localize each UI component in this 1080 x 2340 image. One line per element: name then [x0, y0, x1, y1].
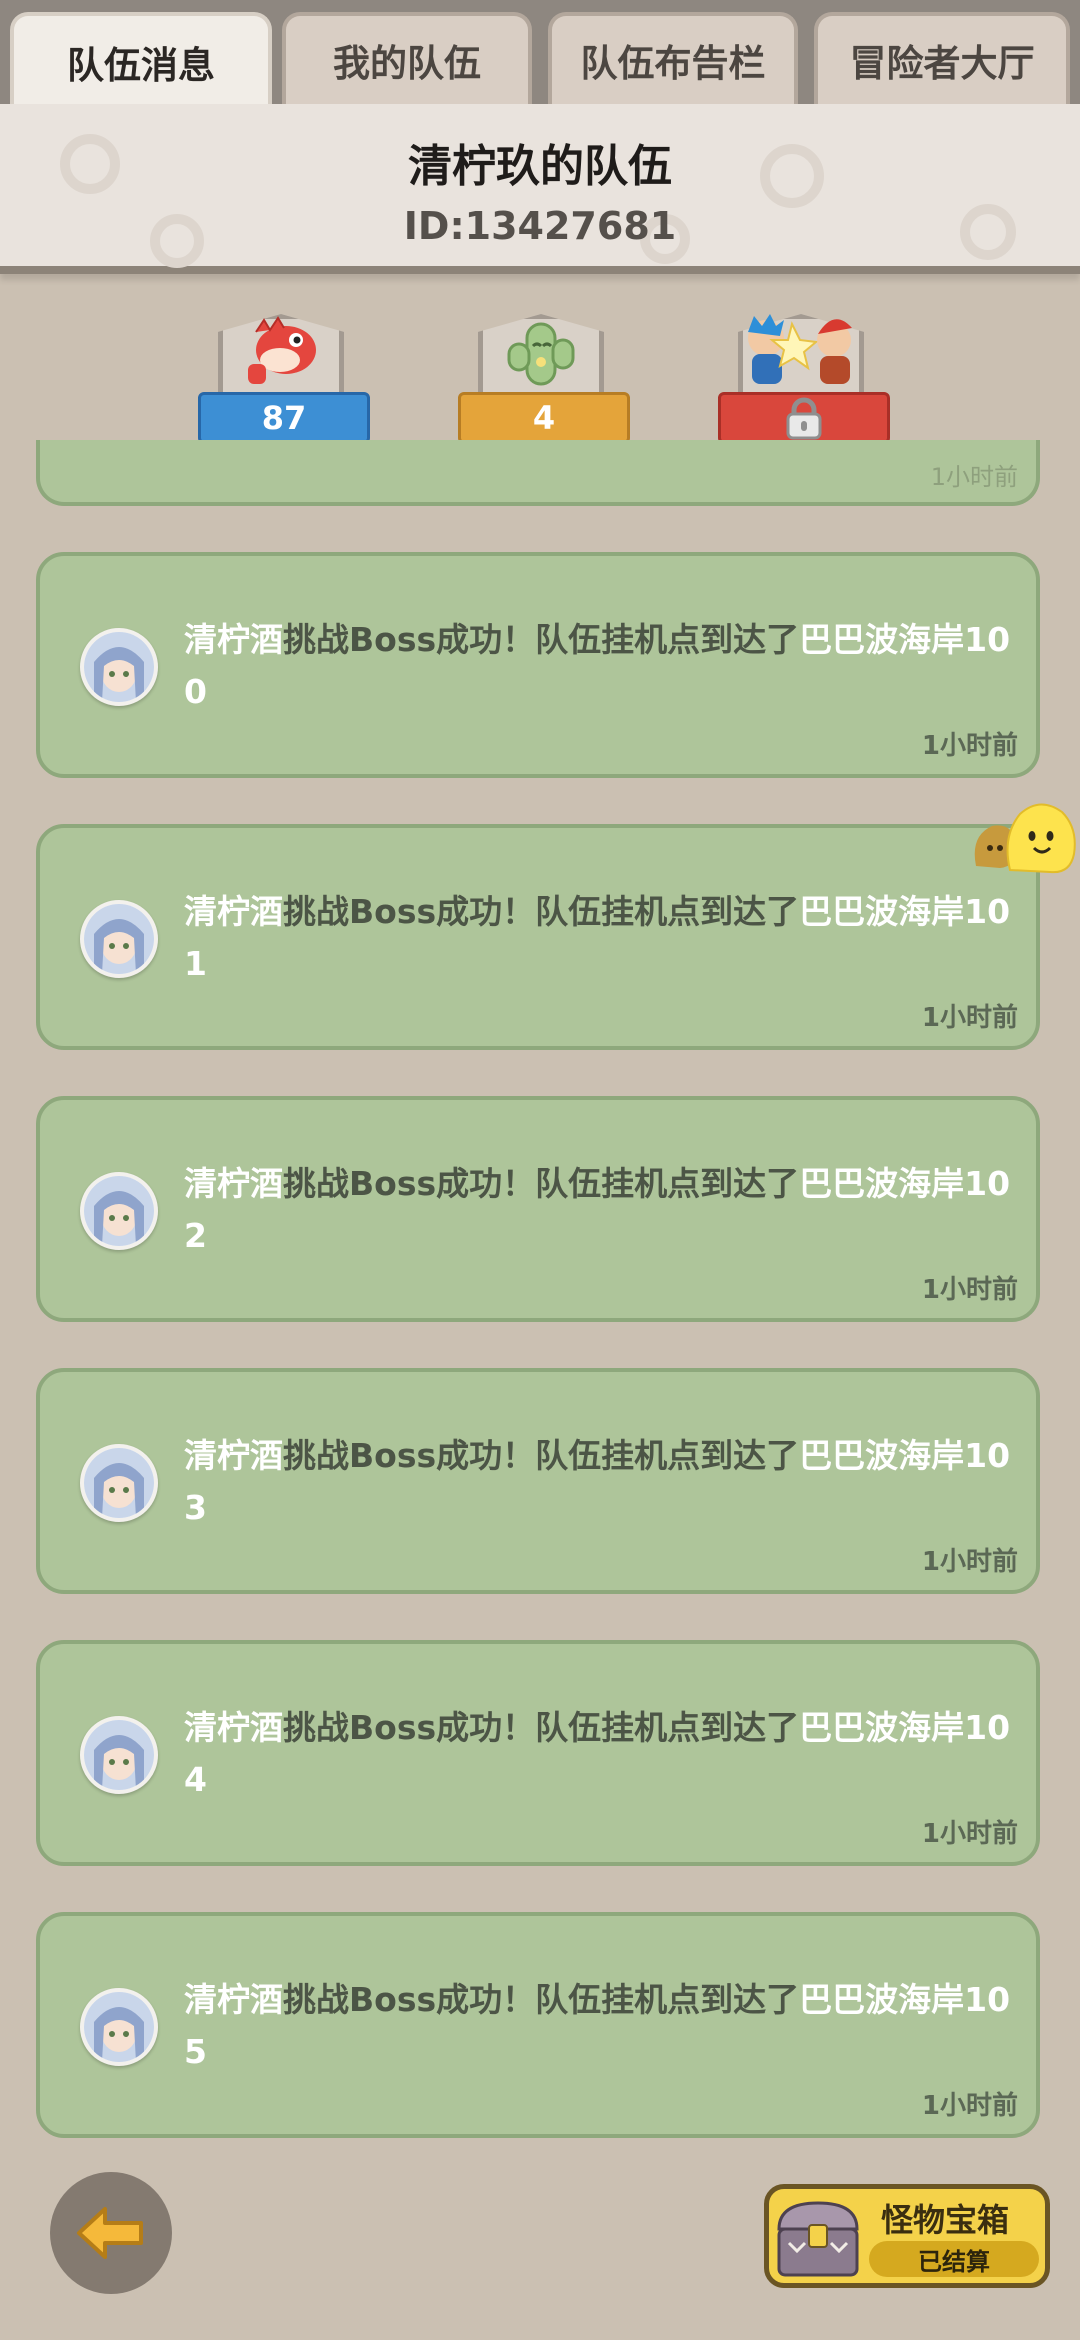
- message-text: 清柠酒挑战Boss成功！队伍挂机点到达了巴巴波海岸103: [184, 1436, 1011, 1527]
- message-time: 1小时前: [921, 731, 1018, 761]
- girl-avatar-icon: [84, 1720, 154, 1790]
- message-card: 清柠酒挑战Boss成功！队伍挂机点到达了巴巴波海岸102 1小时前: [36, 1096, 1040, 1322]
- girl-avatar-icon: [84, 632, 154, 702]
- red-dinosaur-icon: [248, 316, 316, 384]
- monster-chest-button[interactable]: 怪物宝箱 已结算: [764, 2184, 1050, 2288]
- team-header: 清柠玖的队伍 ID:13427681: [0, 104, 1080, 274]
- girl-avatar-icon: [84, 1992, 154, 2062]
- girl-avatar-icon: [84, 1176, 154, 1246]
- message-card: 清柠酒挑战Boss成功！队伍挂机点到达了巴巴波海岸101 1小时前: [36, 824, 1040, 1050]
- cactus-icon: [507, 322, 575, 386]
- message-card: 清柠酒挑战Boss成功！队伍挂机点到达了巴巴波海岸100 1小时前: [36, 552, 1040, 778]
- message-time: 1小时前: [921, 2091, 1018, 2121]
- message-text: 清柠酒挑战Boss成功！队伍挂机点到达了巴巴波海岸105: [184, 1980, 1011, 2071]
- lock-icon: [786, 397, 822, 440]
- dinosaur-badge-value: 87: [198, 392, 370, 444]
- avatar[interactable]: [80, 900, 158, 978]
- battle-badge-locked[interactable]: [716, 310, 890, 460]
- message-card: 清柠酒挑战Boss成功！队伍挂机点到达了巴巴波海岸105 1小时前: [36, 1912, 1040, 2138]
- back-button[interactable]: [50, 2172, 172, 2294]
- message-text: 清柠酒挑战Boss成功！队伍挂机点到达了巴巴波海岸104: [184, 1708, 1011, 1799]
- chest-status-badge: 已结算: [869, 2241, 1039, 2277]
- message-text: 清柠酒挑战Boss成功！队伍挂机点到达了巴巴波海岸102: [184, 1164, 1011, 1255]
- girl-avatar-icon: [84, 1448, 154, 1518]
- tab-my-team[interactable]: 我的队伍: [282, 12, 532, 104]
- team-id: ID:13427681: [403, 204, 677, 248]
- tab-bar: 队伍消息 我的队伍 队伍布告栏 冒险者大厅: [0, 0, 1080, 108]
- back-arrow-icon: [77, 2207, 143, 2259]
- chat-bubble-icon[interactable]: [970, 796, 1080, 876]
- message-time: 1小时前: [921, 1003, 1018, 1033]
- tab-adventurer-hall[interactable]: 冒险者大厅: [814, 12, 1070, 104]
- tab-team-bulletin[interactable]: 队伍布告栏: [548, 12, 798, 104]
- message-card: 清柠酒挑战Boss成功！队伍挂机点到达了巴巴波海岸104 1小时前: [36, 1640, 1040, 1866]
- message-card: 清柠酒挑战Boss成功！队伍挂机点到达了巴巴波海岸103 1小时前: [36, 1368, 1040, 1594]
- treasure-chest-icon: [777, 2201, 859, 2277]
- message-time: 1小时前: [921, 1275, 1018, 1305]
- avatar[interactable]: [80, 1988, 158, 2066]
- avatar[interactable]: [80, 1716, 158, 1794]
- message-text: 清柠酒挑战Boss成功！队伍挂机点到达了巴巴波海岸100: [184, 620, 1011, 711]
- message-card-partial: 1小时前: [36, 440, 1040, 506]
- dinosaur-badge[interactable]: 87: [196, 310, 370, 460]
- avatar[interactable]: [80, 1444, 158, 1522]
- cactus-badge[interactable]: 4: [456, 310, 630, 460]
- battle-heroes-icon: [748, 314, 852, 384]
- message-time: 1小时前: [930, 463, 1018, 491]
- team-name: 清柠玖的队伍: [408, 141, 672, 192]
- tab-team-messages[interactable]: 队伍消息: [10, 12, 272, 108]
- message-text: 清柠酒挑战Boss成功！队伍挂机点到达了巴巴波海岸101: [184, 892, 1011, 983]
- message-time: 1小时前: [921, 1547, 1018, 1577]
- girl-avatar-icon: [84, 904, 154, 974]
- avatar[interactable]: [80, 628, 158, 706]
- message-time: 1小时前: [921, 1819, 1018, 1849]
- avatar[interactable]: [80, 1172, 158, 1250]
- chest-title: 怪物宝箱: [881, 2201, 1010, 2239]
- cactus-badge-value: 4: [458, 392, 630, 444]
